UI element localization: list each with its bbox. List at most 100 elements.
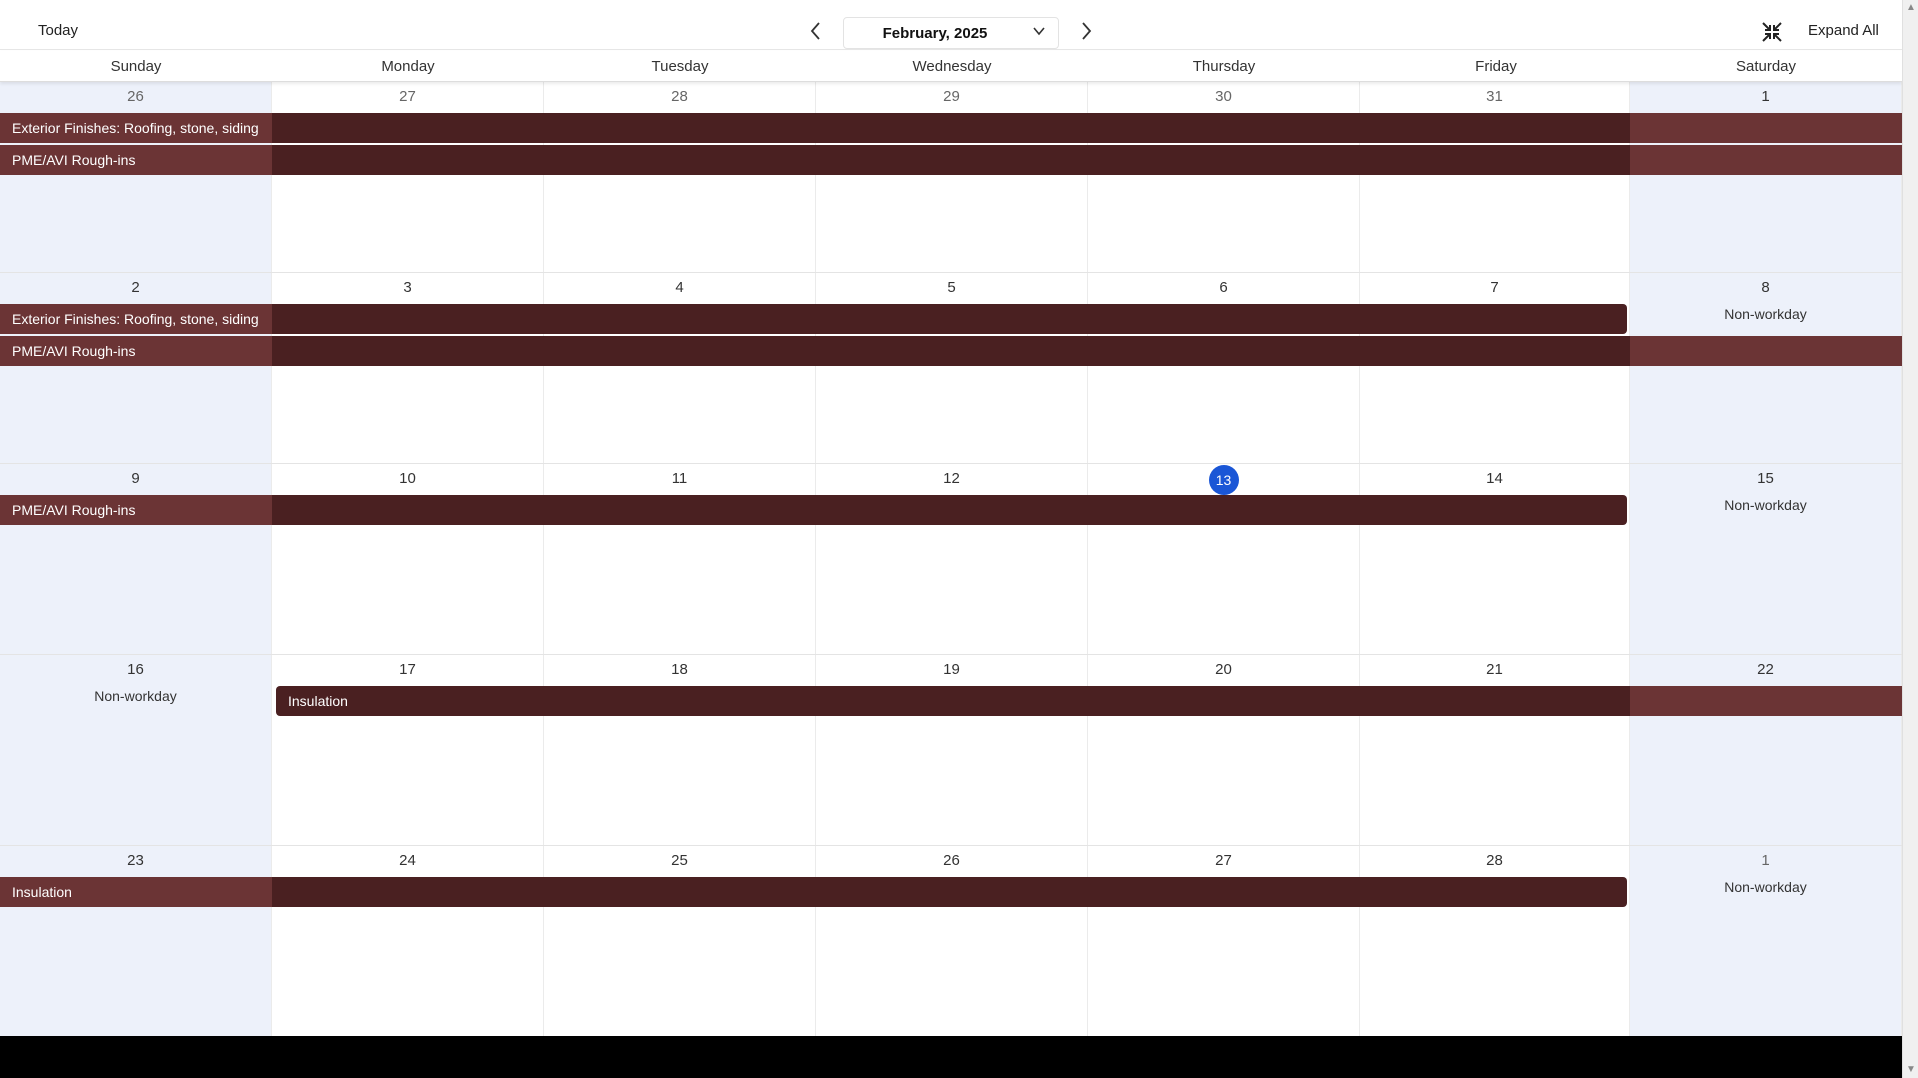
scroll-up-icon[interactable]: ▲ (1905, 2, 1917, 14)
event-title: Insulation (288, 693, 348, 709)
day-cell[interactable]: 25 (544, 846, 816, 1036)
day-cell[interactable]: 13 (1088, 464, 1360, 654)
day-cell[interactable]: 18 (544, 655, 816, 845)
event-weekend-segment (1630, 113, 1902, 143)
day-cell[interactable]: 27 (272, 82, 544, 272)
day-number: 26 (943, 852, 960, 869)
event-weekend-segment (1630, 145, 1902, 175)
non-workday-label: Non-workday (1724, 306, 1807, 322)
day-cell[interactable]: 26 (816, 846, 1088, 1036)
day-cell[interactable]: 29 (816, 82, 1088, 272)
day-number: 6 (1219, 279, 1228, 296)
day-number: 16 (127, 661, 144, 678)
day-cell[interactable]: 21 (1360, 655, 1630, 845)
event-bar[interactable]: Exterior Finishes: Roofing, stone, sidin… (0, 304, 1627, 334)
day-header-wednesday: Wednesday (912, 58, 992, 75)
week-row: 16 Non-workday 17 18 19 20 21 22 Insulation (0, 655, 1902, 846)
day-number: 4 (675, 279, 684, 296)
day-number: 28 (1486, 852, 1503, 869)
day-number: 19 (943, 661, 960, 678)
day-cell[interactable]: 23 (0, 846, 272, 1036)
day-number: 27 (399, 88, 416, 105)
today-button[interactable]: Today (38, 22, 78, 39)
day-header-sunday: Sunday (110, 58, 162, 75)
event-title: PME/AVI Rough-ins (12, 502, 136, 518)
event-weekend-segment (1630, 686, 1902, 716)
day-cell[interactable]: 3 (272, 273, 544, 463)
day-number: 26 (127, 88, 144, 105)
next-month-button[interactable] (1076, 20, 1096, 44)
day-cell[interactable]: 22 (1630, 655, 1902, 845)
event-bar[interactable]: PME/AVI Rough-ins (0, 336, 1902, 366)
day-number: 29 (943, 88, 960, 105)
chevron-right-icon (1082, 22, 1092, 40)
month-grid: 26 27 28 29 30 31 1 Exterior Finishes: Roofing,… (0, 82, 1902, 1036)
day-cell[interactable]: 7 (1360, 273, 1630, 463)
day-number: 12 (943, 470, 960, 487)
day-cell[interactable]: 15 Non-workday (1630, 464, 1902, 654)
day-cell[interactable]: 19 (816, 655, 1088, 845)
day-cell[interactable]: 4 (544, 273, 816, 463)
collapse-all-icon[interactable] (1760, 20, 1784, 44)
week-row: 23 24 25 26 27 28 1 Non-workday Insulation (0, 846, 1902, 1036)
event-bar[interactable]: Insulation (0, 877, 1627, 907)
day-cell[interactable]: 5 (816, 273, 1088, 463)
day-cell[interactable]: 12 (816, 464, 1088, 654)
day-number: 1 (1761, 88, 1770, 105)
event-title: Exterior Finishes: Roofing, stone, sidin… (12, 311, 259, 327)
day-number: 3 (403, 279, 412, 296)
month-selector[interactable]: February, 2025 (843, 17, 1059, 49)
event-bar[interactable]: PME/AVI Rough-ins (0, 495, 1627, 525)
calendar-app: Today February, 2025 Expand All Sunday M… (0, 0, 1902, 1036)
event-bar[interactable]: Insulation (276, 686, 1902, 716)
day-cell[interactable]: 30 (1088, 82, 1360, 272)
day-cell[interactable]: 31 (1360, 82, 1630, 272)
day-header-saturday: Saturday (1735, 58, 1797, 75)
day-cell[interactable]: 24 (272, 846, 544, 1036)
week-row: 2 3 4 5 6 7 8 Non-workday Exterior Finishes: Roo… (0, 273, 1902, 464)
day-cell[interactable]: 16 Non-workday (0, 655, 272, 845)
day-number: 25 (671, 852, 688, 869)
event-bar[interactable]: Exterior Finishes: Roofing, stone, sidin… (0, 113, 1902, 143)
day-cell[interactable]: 28 (544, 82, 816, 272)
previous-month-button[interactable] (806, 20, 826, 44)
day-cell[interactable]: 8 Non-workday (1630, 273, 1902, 463)
day-cell[interactable]: 1 (1630, 82, 1902, 272)
day-cell[interactable]: 1 Non-workday (1630, 846, 1902, 1036)
day-number: 17 (399, 661, 416, 678)
week-row: 26 27 28 29 30 31 1 Exterior Finishes: Roofing,… (0, 82, 1902, 273)
day-cell[interactable]: 26 (0, 82, 272, 272)
vertical-scrollbar[interactable]: ▲ ▼ (1902, 0, 1918, 1078)
scroll-down-icon[interactable]: ▼ (1905, 1064, 1917, 1076)
day-number: 30 (1215, 88, 1232, 105)
day-cell[interactable]: 28 (1360, 846, 1630, 1036)
day-number: 18 (671, 661, 688, 678)
day-cell[interactable]: 20 (1088, 655, 1360, 845)
day-cell[interactable]: 27 (1088, 846, 1360, 1036)
day-number: 24 (399, 852, 416, 869)
day-header-row: Sunday Monday Tuesday Wednesday Thursday… (0, 51, 1902, 82)
day-number: 14 (1486, 470, 1503, 487)
event-bar[interactable]: PME/AVI Rough-ins (0, 145, 1902, 175)
day-number: 5 (947, 279, 956, 296)
non-workday-label: Non-workday (1724, 879, 1807, 895)
expand-all-button[interactable]: Expand All (1808, 22, 1879, 39)
day-cell[interactable]: 17 (272, 655, 544, 845)
day-header-friday: Friday (1475, 58, 1517, 75)
day-cell[interactable]: 10 (272, 464, 544, 654)
event-title: Exterior Finishes: Roofing, stone, sidin… (12, 120, 259, 136)
day-cell[interactable]: 9 (0, 464, 272, 654)
day-number: 9 (131, 470, 140, 487)
day-cell[interactable]: 6 (1088, 273, 1360, 463)
non-workday-label: Non-workday (1724, 497, 1807, 513)
calendar-toolbar: Today February, 2025 Expand All (0, 0, 1902, 50)
day-cell[interactable]: 14 (1360, 464, 1630, 654)
day-number: 8 (1761, 279, 1770, 296)
day-number: 23 (127, 852, 144, 869)
day-cell[interactable]: 2 (0, 273, 272, 463)
day-cell[interactable]: 11 (544, 464, 816, 654)
event-title: PME/AVI Rough-ins (12, 343, 136, 359)
day-header-thursday: Thursday (1192, 58, 1256, 75)
chevron-left-icon (810, 22, 820, 40)
day-number: 1 (1761, 852, 1770, 869)
